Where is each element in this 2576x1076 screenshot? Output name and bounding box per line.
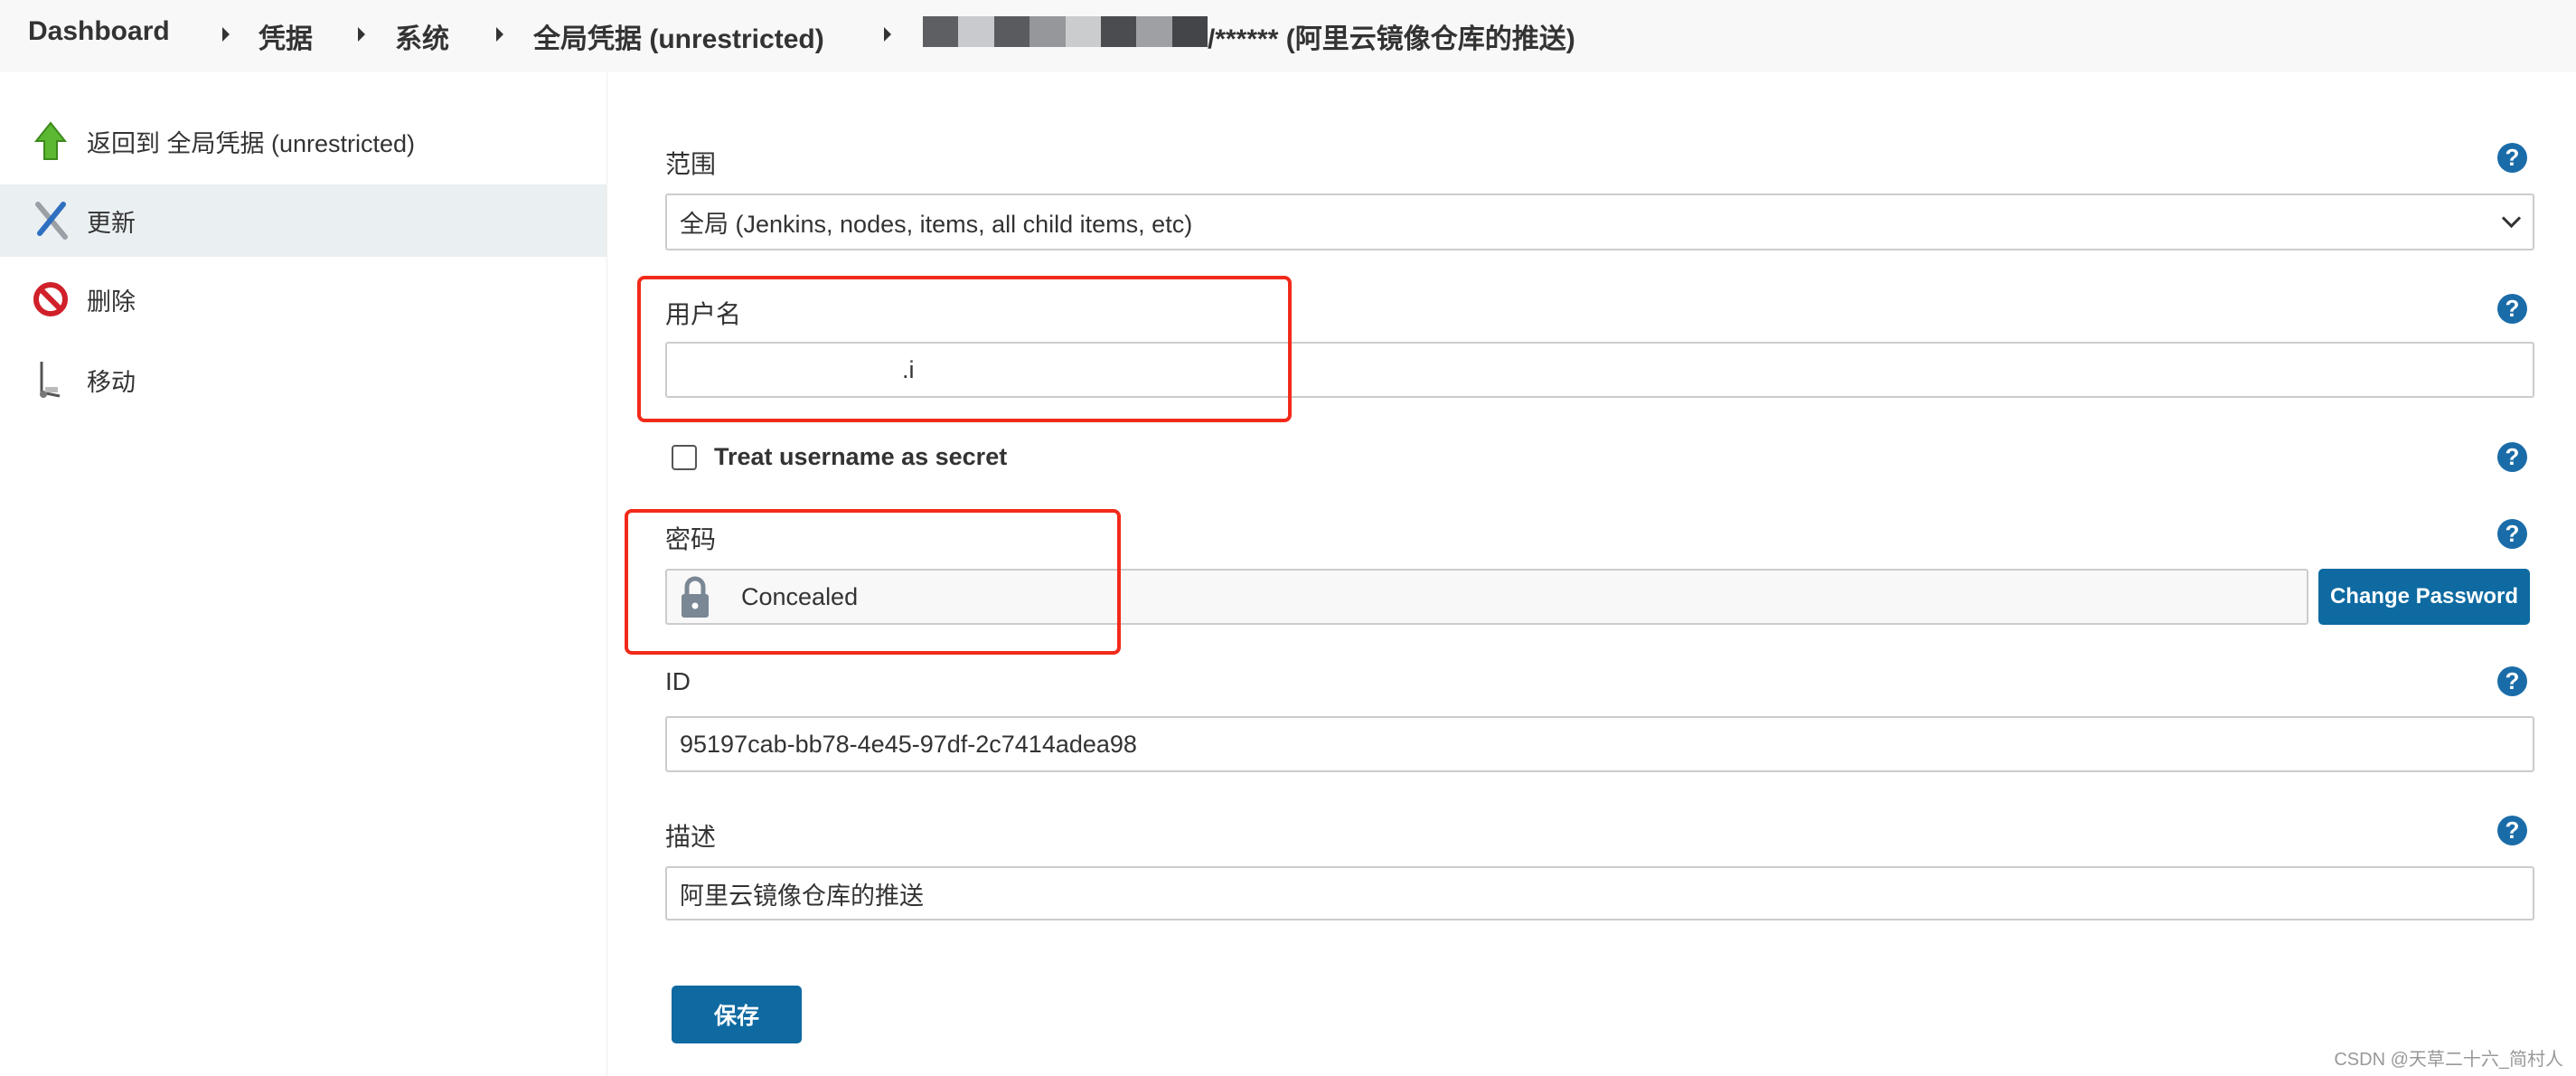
- sidebar: 返回到 全局凭据 (unrestricted) 更新 删除 移动: [0, 72, 607, 1076]
- help-icon[interactable]: ?: [2497, 816, 2527, 845]
- annotation-box: [637, 276, 1292, 422]
- redaction-block: [1029, 16, 1066, 47]
- sidebar-item-delete[interactable]: 删除: [0, 263, 606, 335]
- breadcrumb-separator-icon[interactable]: [884, 27, 891, 42]
- treat-username-secret-checkbox[interactable]: [672, 445, 697, 470]
- redaction-block: [1065, 16, 1101, 47]
- id-input[interactable]: 95197cab-bb78-4e45-97df-2c7414adea98: [665, 716, 2534, 772]
- breadcrumb-dashboard[interactable]: Dashboard: [28, 16, 170, 47]
- scope-label: 范围: [665, 150, 717, 178]
- breadcrumb-credentials[interactable]: 凭据: [259, 16, 313, 56]
- breadcrumb-system[interactable]: 系统: [395, 16, 449, 56]
- redaction-block: [993, 16, 1030, 47]
- redaction-block: [923, 16, 959, 47]
- treat-username-secret-label[interactable]: Treat username as secret: [714, 443, 1007, 471]
- redaction-block: [1136, 16, 1172, 47]
- sidebar-item-back[interactable]: 返回到 全局凭据 (unrestricted): [0, 105, 606, 177]
- no-entry-icon: [33, 282, 68, 316]
- help-icon[interactable]: ?: [2497, 519, 2527, 549]
- save-button[interactable]: 保存: [672, 986, 802, 1043]
- sidebar-item-label: 更新: [87, 209, 136, 237]
- chevron-down-icon: [2501, 208, 2522, 229]
- scope-select[interactable]: 全局 (Jenkins, nodes, items, all child ite…: [665, 193, 2534, 250]
- breadcrumb-global-credentials[interactable]: 全局凭据 (unrestricted): [533, 16, 824, 56]
- breadcrumb-current[interactable]: /****** (阿里云镜像仓库的推送): [1208, 16, 1575, 56]
- up-arrow-icon: [33, 121, 68, 160]
- redaction-block: [958, 16, 994, 47]
- breadcrumb-separator-icon[interactable]: [496, 27, 503, 42]
- sidebar-item-move[interactable]: 移动: [0, 344, 606, 416]
- redaction-block: [1100, 16, 1137, 47]
- breadcrumb-separator-icon[interactable]: [222, 27, 230, 42]
- sidebar-item-label: 删除: [87, 288, 136, 316]
- description-label: 描述: [665, 823, 717, 851]
- sidebar-item-label: 移动: [87, 368, 136, 396]
- help-icon[interactable]: ?: [2497, 666, 2527, 696]
- id-label: ID: [665, 667, 691, 695]
- wrench-screwdriver-icon: [35, 202, 68, 240]
- description-input[interactable]: 阿里云镜像仓库的推送: [665, 866, 2534, 920]
- redaction-block: [1171, 16, 1208, 47]
- help-icon[interactable]: ?: [2497, 294, 2527, 324]
- description-value: 阿里云镜像仓库的推送: [680, 882, 924, 910]
- sidebar-item-update[interactable]: 更新: [0, 184, 606, 257]
- scope-value: 全局 (Jenkins, nodes, items, all child ite…: [680, 211, 1193, 238]
- annotation-box: [625, 509, 1121, 655]
- id-value: 95197cab-bb78-4e45-97df-2c7414adea98: [680, 730, 1137, 758]
- hand-truck-icon: [40, 362, 61, 398]
- sidebar-item-label: 返回到 全局凭据 (unrestricted): [87, 129, 416, 157]
- help-icon[interactable]: ?: [2497, 442, 2527, 472]
- breadcrumb-separator-icon[interactable]: [358, 27, 365, 42]
- watermark: CSDN @天草二十六_简村人: [2334, 1050, 2563, 1070]
- breadcrumb-bar: Dashboard 凭据 系统 全局凭据 (unrestricted) /***…: [0, 0, 2576, 72]
- change-password-button[interactable]: Change Password: [2318, 569, 2530, 625]
- redacted-username: [923, 16, 1208, 47]
- help-icon[interactable]: ?: [2497, 143, 2527, 173]
